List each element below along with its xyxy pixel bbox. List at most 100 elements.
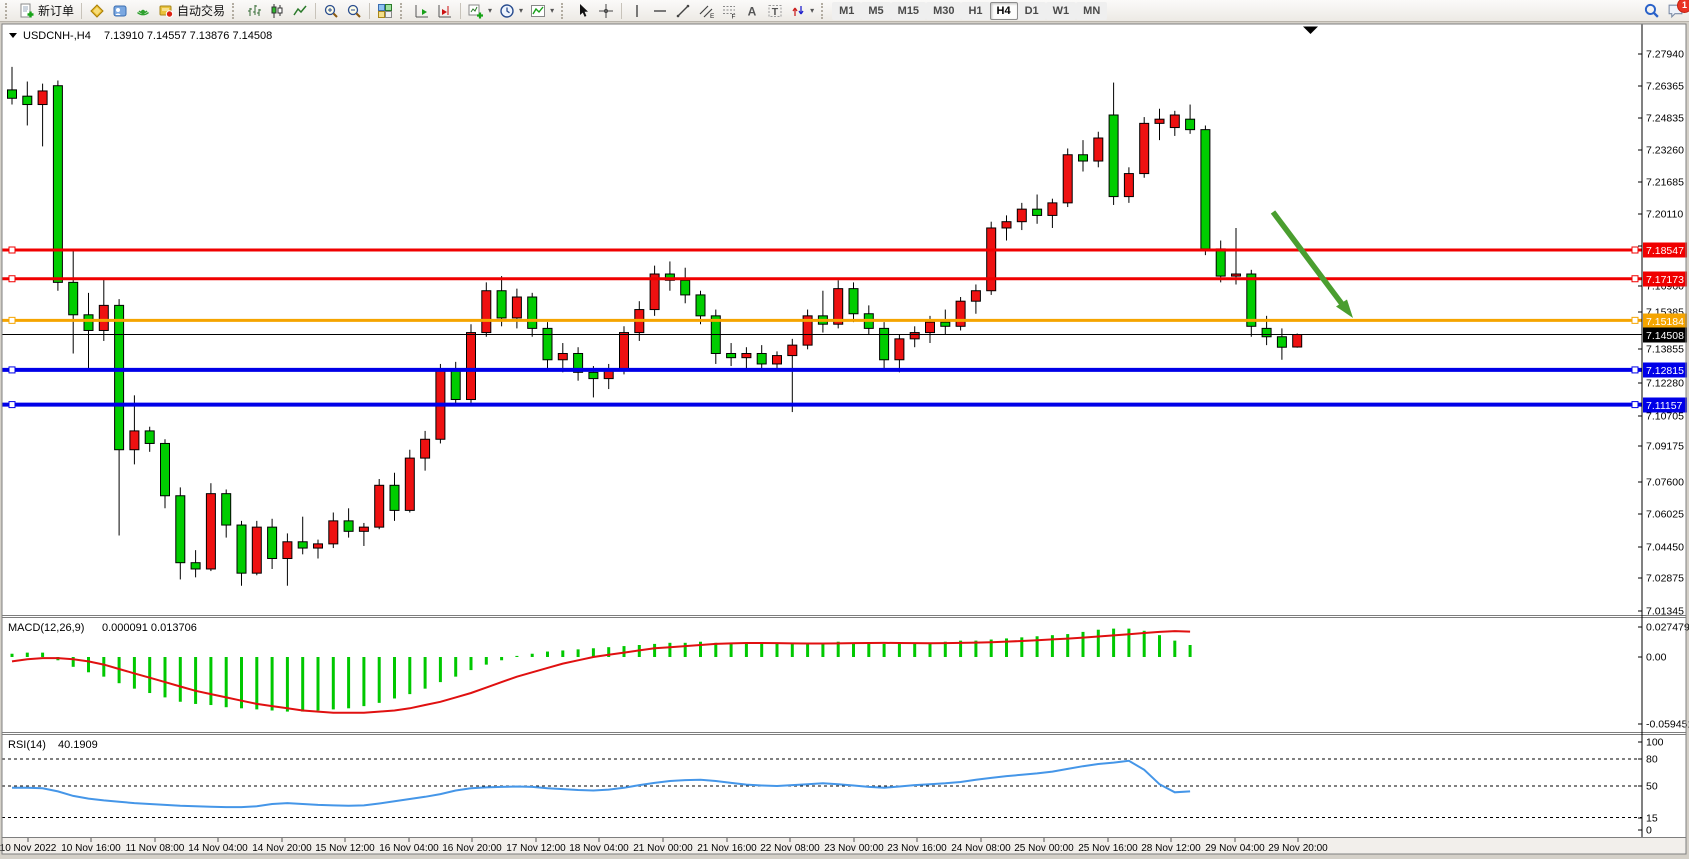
- mt4-window: 新订单 自动交易: [0, 0, 1689, 859]
- price-line-label: 7.15184: [1646, 316, 1684, 328]
- candle: [421, 439, 430, 458]
- text-label-icon: T: [767, 3, 783, 19]
- crosshair-button[interactable]: [595, 1, 617, 21]
- date-axis-label: 11 Nov 08:00: [126, 843, 185, 854]
- timeframe-d1[interactable]: D1: [1018, 2, 1046, 20]
- toolbar-grip[interactable]: [5, 3, 12, 19]
- timeframe-h4[interactable]: H4: [990, 2, 1018, 20]
- bar-chart-button[interactable]: [243, 1, 265, 21]
- line-handle[interactable]: [9, 367, 15, 373]
- candle: [359, 527, 368, 531]
- candlestick-chart-button[interactable]: [266, 1, 288, 21]
- candle: [283, 542, 292, 559]
- chart-ohlc-values: 7.13910 7.14557 7.13876 7.14508: [104, 30, 272, 42]
- toolbar-grip[interactable]: [400, 3, 407, 19]
- candle: [145, 431, 154, 444]
- line-handle[interactable]: [1632, 247, 1638, 253]
- candle: [1079, 155, 1088, 161]
- chart-shift-button[interactable]: [434, 1, 456, 21]
- price-axis-label: 7.26365: [1646, 81, 1684, 93]
- toolbar-grip[interactable]: [821, 3, 828, 19]
- line-handle[interactable]: [1632, 317, 1638, 323]
- timeframe-w1[interactable]: W1: [1046, 2, 1077, 20]
- zoom-in-button[interactable]: [320, 1, 342, 21]
- candle: [1017, 209, 1026, 222]
- timeframe-m5[interactable]: M5: [861, 2, 890, 20]
- date-axis-label: 17 Nov 12:00: [506, 843, 566, 854]
- tile-windows-button[interactable]: [374, 1, 396, 21]
- trendline-button[interactable]: [672, 1, 694, 21]
- svg-text:T: T: [772, 6, 779, 18]
- auto-scroll-button[interactable]: [411, 1, 433, 21]
- candle: [558, 353, 567, 359]
- text-label-button[interactable]: T: [764, 1, 786, 21]
- autotrading-button[interactable]: 自动交易: [155, 1, 228, 21]
- line-handle[interactable]: [9, 317, 15, 323]
- toolbar-grip[interactable]: [232, 3, 239, 19]
- periods-button[interactable]: ▾: [496, 1, 526, 21]
- date-axis-label: 25 Nov 00:00: [1014, 843, 1074, 854]
- candle: [681, 280, 690, 295]
- timeframe-m15[interactable]: M15: [891, 2, 926, 20]
- timeframe-m1[interactable]: M1: [832, 2, 861, 20]
- timeframe-m30[interactable]: M30: [926, 2, 961, 20]
- candle: [84, 315, 93, 331]
- macd-label: MACD(12,26,9): [8, 622, 84, 634]
- candle: [1186, 119, 1195, 129]
- line-handle[interactable]: [9, 247, 15, 253]
- vertical-line-button[interactable]: [626, 1, 648, 21]
- macd-axis-label: -0.059451: [1646, 719, 1689, 731]
- autotrading-icon: [158, 3, 174, 19]
- timeframe-h1[interactable]: H1: [961, 2, 989, 20]
- svg-text:A: A: [748, 4, 757, 18]
- text-button[interactable]: A: [741, 1, 763, 21]
- candle: [329, 521, 338, 544]
- candle: [773, 356, 782, 364]
- profile-button[interactable]: [109, 1, 131, 21]
- price-axis-label: 7.06025: [1646, 509, 1684, 521]
- signals-button[interactable]: [132, 1, 154, 21]
- line-handle[interactable]: [9, 402, 15, 408]
- new-chart-button[interactable]: ▾: [465, 1, 495, 21]
- macd-axis-label: 0.027479: [1646, 622, 1689, 634]
- fibonacci-button[interactable]: F: [718, 1, 740, 21]
- candle: [543, 328, 552, 359]
- quotes-icon: [89, 3, 105, 19]
- candle: [1063, 155, 1072, 203]
- candle: [788, 345, 797, 355]
- price-axis-label: 7.23260: [1646, 145, 1684, 157]
- candle: [528, 297, 537, 328]
- chevron-down-icon: ▾: [550, 6, 554, 15]
- zoom-in-icon: [323, 3, 339, 19]
- date-axis-label: 21 Nov 00:00: [633, 843, 693, 854]
- line-handle[interactable]: [9, 276, 15, 282]
- candle: [589, 372, 598, 378]
- candle: [344, 521, 353, 531]
- rsi-axis-label: 100: [1646, 737, 1664, 749]
- search-button[interactable]: [1640, 1, 1663, 21]
- rsi-value: 40.1909: [58, 739, 98, 751]
- zoom-out-icon: [346, 3, 362, 19]
- date-axis-label: 18 Nov 04:00: [569, 843, 629, 854]
- date-axis-label: 10 Nov 2022: [0, 843, 57, 854]
- timeframe-mn[interactable]: MN: [1076, 2, 1107, 20]
- arrows-button[interactable]: ▾: [787, 1, 817, 21]
- chart-background[interactable]: [2, 24, 1686, 852]
- line-handle[interactable]: [1632, 276, 1638, 282]
- date-axis-label: 29 Nov 04:00: [1205, 843, 1265, 854]
- toolbar-grip[interactable]: [561, 3, 568, 19]
- zoom-out-button[interactable]: [343, 1, 365, 21]
- date-axis-label: 28 Nov 12:00: [1141, 843, 1201, 854]
- new-order-button[interactable]: 新订单: [16, 1, 77, 21]
- line-chart-button[interactable]: [289, 1, 311, 21]
- indicators-icon: [530, 3, 546, 19]
- cursor-button[interactable]: [572, 1, 594, 21]
- indicators-button[interactable]: ▾: [527, 1, 557, 21]
- equidistant-channel-button[interactable]: E: [695, 1, 717, 21]
- quotes-button[interactable]: [86, 1, 108, 21]
- candle: [696, 295, 705, 316]
- chevron-down-icon: ▾: [488, 6, 492, 15]
- line-handle[interactable]: [1632, 367, 1638, 373]
- horizontal-line-button[interactable]: [649, 1, 671, 21]
- line-handle[interactable]: [1632, 402, 1638, 408]
